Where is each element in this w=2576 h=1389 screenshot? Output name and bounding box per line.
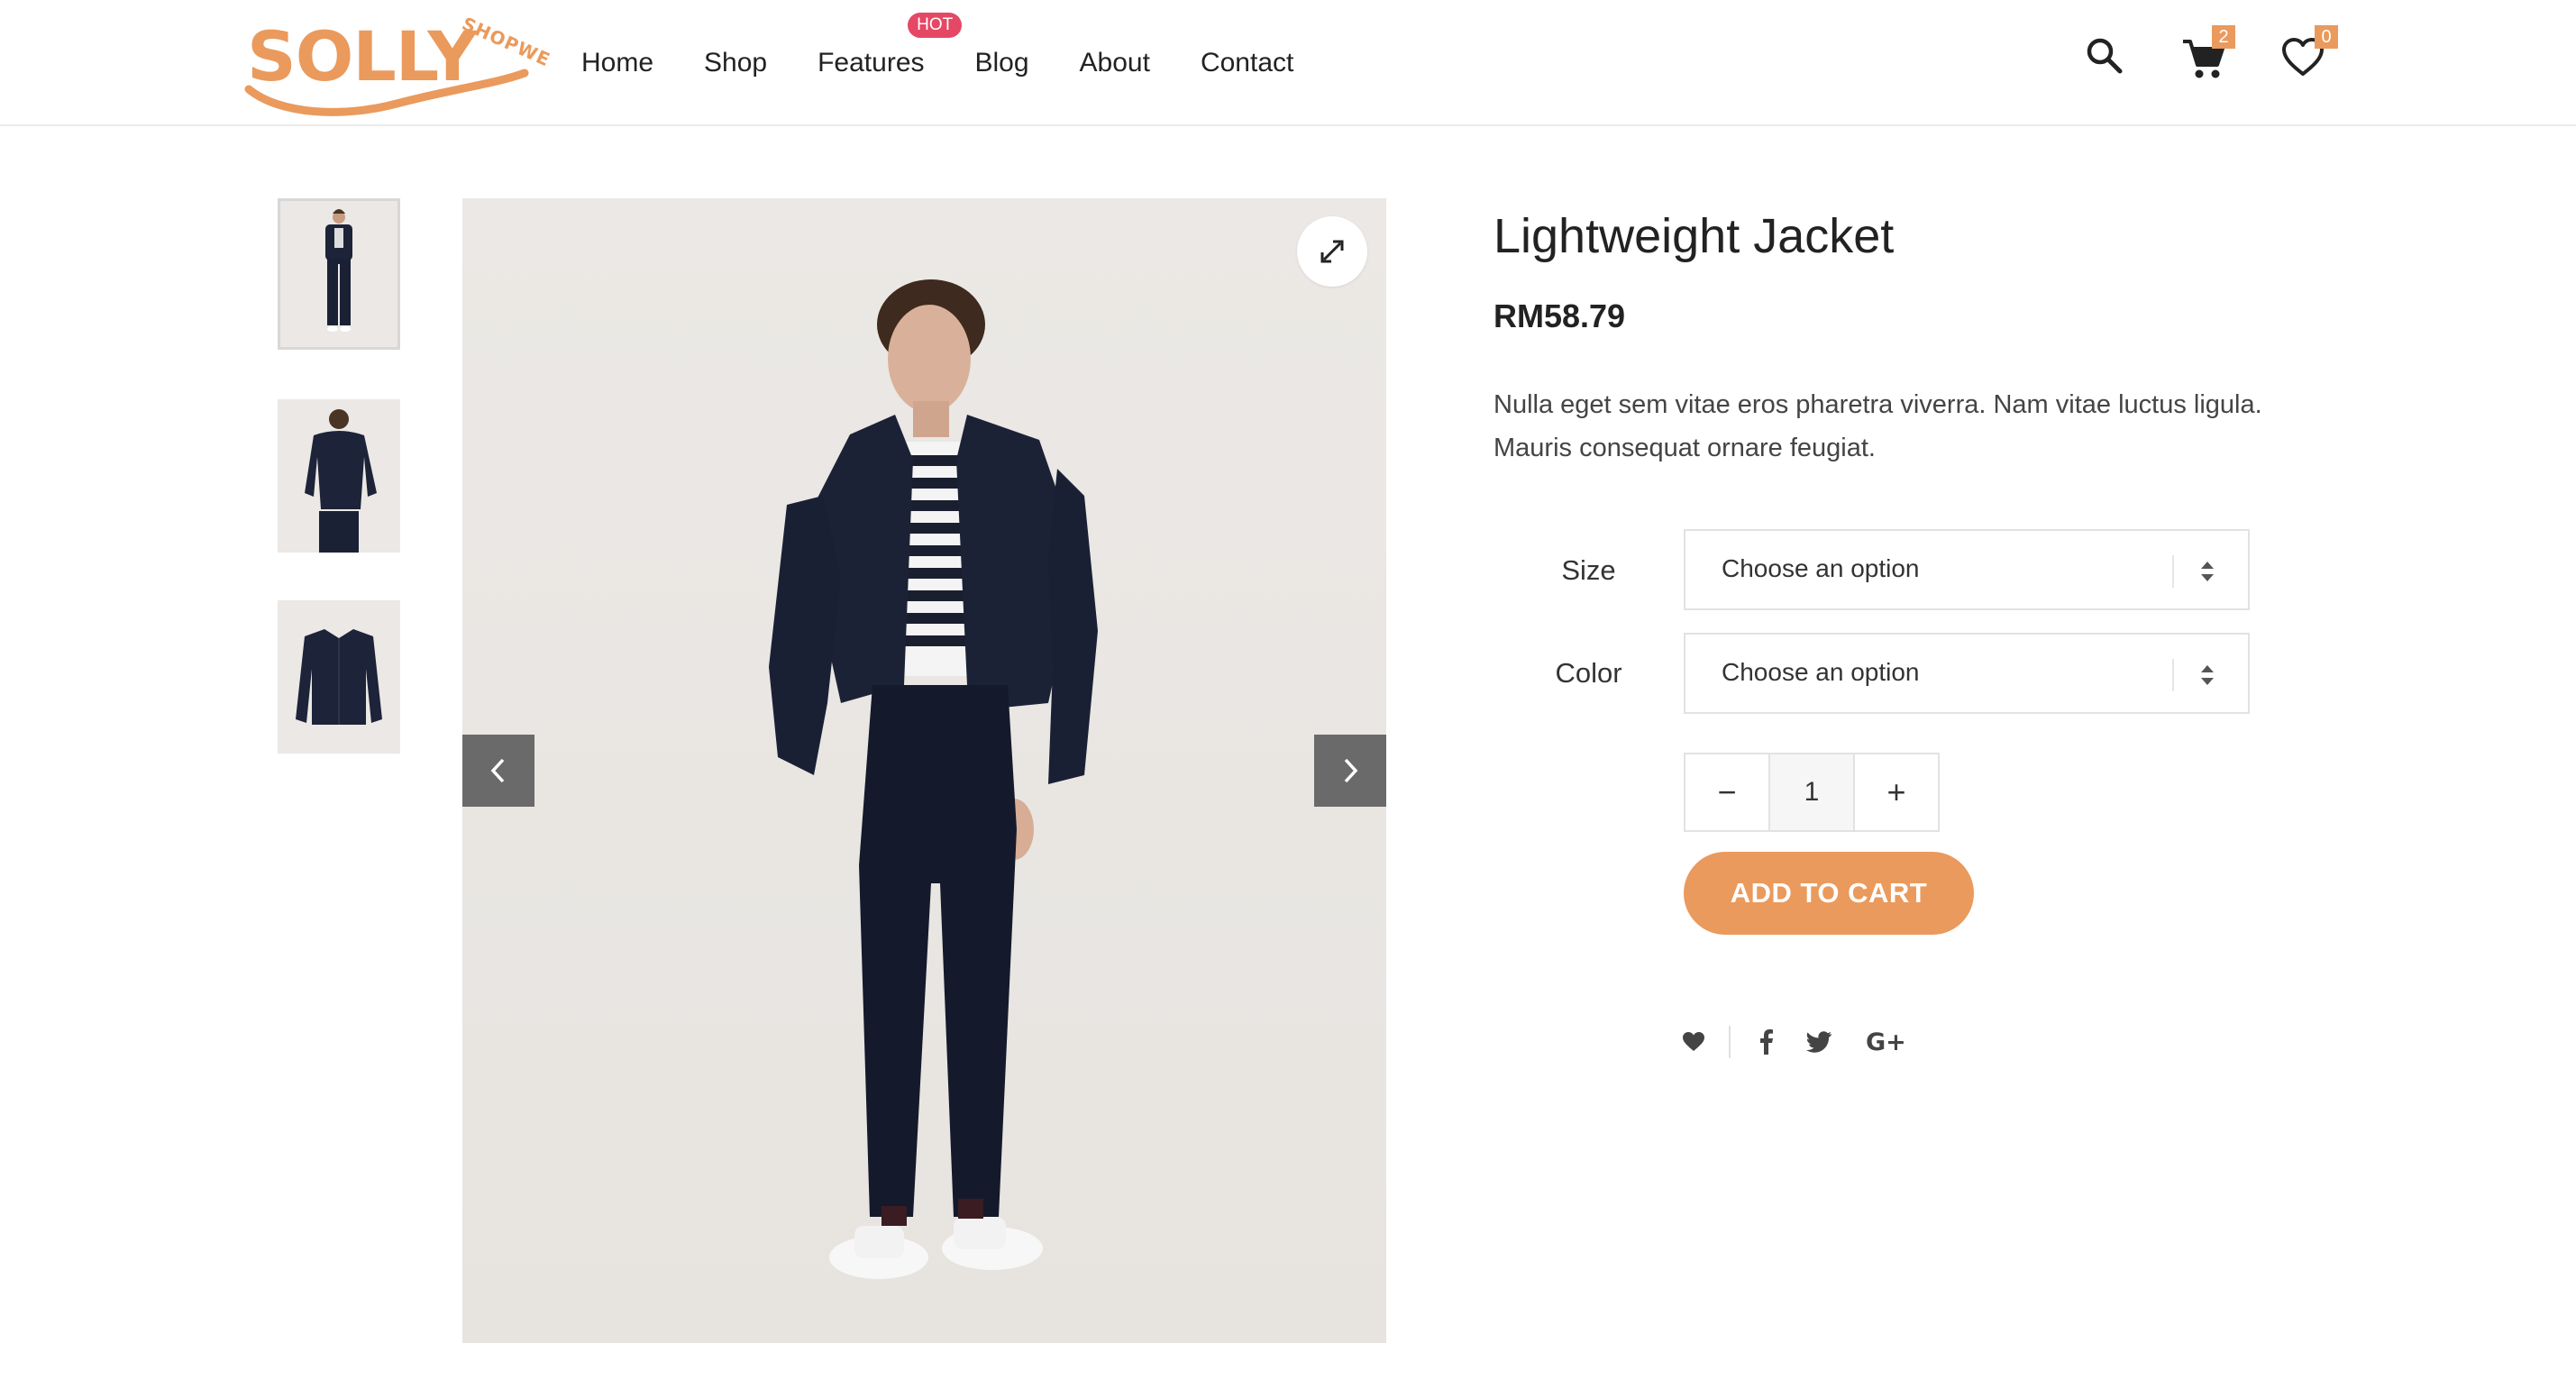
select-divider bbox=[2172, 555, 2174, 588]
sort-caret-icon bbox=[2201, 665, 2214, 685]
size-select[interactable]: Choose an option bbox=[1684, 529, 2250, 610]
select-divider bbox=[2172, 659, 2174, 691]
thumbnail-front-image bbox=[280, 201, 397, 347]
facebook-icon bbox=[1760, 1029, 1773, 1055]
product-title: Lightweight Jacket bbox=[1494, 209, 1895, 263]
nav-about[interactable]: About bbox=[1080, 47, 1150, 79]
nav-home[interactable]: Home bbox=[581, 47, 653, 79]
share-twitter-button[interactable] bbox=[1806, 1031, 1832, 1053]
zoom-button[interactable] bbox=[1297, 216, 1367, 287]
product-description: Nulla eget sem vitae eros pharetra viver… bbox=[1494, 390, 2262, 462]
product-price: RM58.79 bbox=[1494, 297, 1626, 334]
search-icon bbox=[2087, 38, 2123, 74]
search-button[interactable] bbox=[2085, 36, 2124, 80]
expand-icon bbox=[1320, 240, 1344, 263]
wishlist-count-badge: 0 bbox=[2315, 25, 2338, 49]
thumbnail-jacket-image bbox=[278, 600, 400, 754]
quantity-input[interactable]: 1 bbox=[1768, 754, 1855, 830]
add-to-wishlist-button[interactable] bbox=[1682, 1031, 1705, 1053]
thumbnail-back[interactable] bbox=[278, 399, 400, 553]
wishlist-button[interactable]: 0 bbox=[2280, 25, 2338, 84]
twitter-icon bbox=[1806, 1031, 1832, 1053]
nav-about-label: About bbox=[1079, 48, 1150, 78]
hot-badge: HOT bbox=[908, 13, 963, 38]
nav-blog-label: Blog bbox=[974, 48, 1029, 78]
thumbnail-back-image bbox=[278, 399, 400, 553]
cart-count-badge: 2 bbox=[2212, 25, 2235, 49]
quantity-stepper: − 1 + bbox=[1684, 753, 1940, 832]
color-select-value: Choose an option bbox=[1722, 658, 1920, 686]
share-google-plus-button[interactable]: G+ bbox=[1866, 1028, 1906, 1056]
color-select[interactable]: Choose an option bbox=[1684, 633, 2250, 714]
thumbnail-jacket[interactable] bbox=[278, 600, 400, 754]
cart-button[interactable]: 2 bbox=[2181, 25, 2235, 86]
thumbnail-front[interactable] bbox=[278, 198, 400, 350]
main-product-image[interactable] bbox=[462, 198, 1386, 1343]
nav-shop[interactable]: Shop bbox=[704, 47, 767, 79]
nav-blog[interactable]: Blog bbox=[975, 47, 1029, 79]
nav-features[interactable]: Features HOT bbox=[818, 13, 963, 79]
share-bar: G+ bbox=[1682, 1026, 1906, 1058]
quantity-minus-button[interactable]: − bbox=[1685, 754, 1768, 830]
logo[interactable]: SOLLY SHOPWE bbox=[243, 5, 553, 117]
next-image-button[interactable] bbox=[1314, 735, 1386, 807]
color-label: Color bbox=[1555, 657, 1622, 689]
nav-home-label: Home bbox=[581, 48, 654, 78]
share-facebook-button[interactable] bbox=[1759, 1029, 1774, 1055]
chevron-right-icon bbox=[1344, 758, 1358, 783]
heart-icon bbox=[1683, 1032, 1704, 1051]
sort-caret-icon bbox=[2201, 562, 2214, 581]
google-plus-icon: G+ bbox=[1866, 1028, 1906, 1056]
main-nav: Home Shop Features HOT Blog About Contac… bbox=[581, 13, 1344, 79]
chevron-left-icon bbox=[490, 758, 505, 783]
size-select-value: Choose an option bbox=[1722, 554, 1920, 582]
site-header: SOLLY SHOPWE Home Shop Features HOT Blog… bbox=[0, 0, 2576, 126]
nav-contact-label: Contact bbox=[1200, 48, 1294, 78]
quantity-plus-button[interactable]: + bbox=[1855, 754, 1938, 830]
logo-swoosh-icon bbox=[244, 69, 529, 116]
prev-image-button[interactable] bbox=[462, 735, 534, 807]
add-to-cart-button[interactable]: ADD TO CART bbox=[1684, 852, 1974, 935]
product-photo bbox=[769, 279, 1098, 1279]
size-label: Size bbox=[1561, 554, 1616, 586]
nav-shop-label: Shop bbox=[704, 48, 768, 78]
share-divider bbox=[1729, 1026, 1731, 1058]
nav-contact[interactable]: Contact bbox=[1201, 47, 1293, 79]
nav-features-label: Features bbox=[818, 48, 925, 78]
